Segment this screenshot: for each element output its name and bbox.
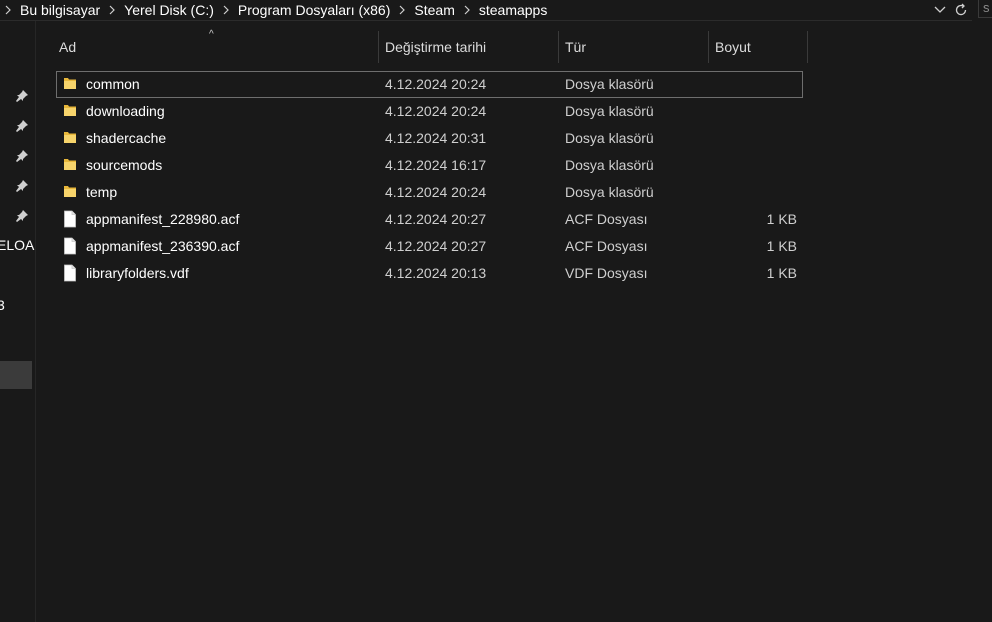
file-row[interactable]: appmanifest_236390.acf 4.12.2024 20:27 ACF… <box>56 233 803 260</box>
file-type: Dosya klasörü <box>565 76 654 92</box>
breadcrumb-item[interactable]: steamapps <box>479 2 547 18</box>
nav-item-selected[interactable] <box>0 361 32 389</box>
pin-icon[interactable] <box>15 119 29 133</box>
navigation-pane[interactable]: ELOA 3 <box>0 21 36 622</box>
chevron-right-icon[interactable] <box>399 5 406 15</box>
file-date: 4.12.2024 20:13 <box>385 265 487 281</box>
chevron-right-icon[interactable] <box>464 5 470 15</box>
file-date: 4.12.2024 20:24 <box>385 103 487 119</box>
file-icon <box>63 264 77 282</box>
folder-icon <box>63 129 77 147</box>
pin-icon[interactable] <box>15 179 29 193</box>
file-row[interactable]: temp 4.12.2024 20:24 Dosya klasörü <box>56 179 803 206</box>
file-type: Dosya klasörü <box>565 184 654 200</box>
file-type: Dosya klasörü <box>565 103 654 119</box>
file-row[interactable]: downloading 4.12.2024 20:24 Dosya klasörü <box>56 98 803 125</box>
breadcrumb-item[interactable]: Program Dosyaları (x86) <box>238 2 391 18</box>
chevron-right-icon[interactable] <box>109 5 116 15</box>
column-header-name-label: Ad <box>59 39 77 55</box>
file-type: ACF Dosyası <box>565 211 648 227</box>
chevron-right-icon[interactable] <box>5 5 11 15</box>
chevron-down-icon[interactable] <box>934 6 946 14</box>
breadcrumb-item[interactable]: Bu bilgisayar <box>20 2 100 18</box>
file-date: 4.12.2024 20:24 <box>385 184 487 200</box>
file-row[interactable]: sourcemods 4.12.2024 16:17 Dosya klasörü <box>56 152 803 179</box>
nav-item-label[interactable]: 3 <box>0 297 5 313</box>
column-header-type-label: Tür <box>565 39 586 55</box>
file-size: 1 KB <box>766 265 797 281</box>
file-date: 4.12.2024 20:27 <box>385 238 487 254</box>
file-row[interactable]: common 4.12.2024 20:24 Dosya klasörü <box>56 71 803 98</box>
file-type: VDF Dosyası <box>565 265 648 281</box>
column-header-size[interactable]: Boyut <box>708 31 808 63</box>
file-name: appmanifest_236390.acf <box>86 238 240 254</box>
address-bar[interactable]: Bu bilgisayar Yerel Disk (C:) Program Do… <box>0 0 972 21</box>
column-header-row: ^ Ad Değiştirme tarihi Tür Boyut <box>36 29 836 63</box>
file-name: downloading <box>86 103 165 119</box>
file-size: 1 KB <box>766 238 797 254</box>
file-row[interactable]: shadercache 4.12.2024 20:31 Dosya klasörü <box>56 125 803 152</box>
file-date: 4.12.2024 20:31 <box>385 130 487 146</box>
folder-icon <box>63 183 77 201</box>
search-input[interactable]: s <box>978 0 992 18</box>
file-name: shadercache <box>86 130 167 146</box>
file-name: common <box>86 76 140 92</box>
refresh-icon[interactable] <box>954 3 968 17</box>
pin-icon[interactable] <box>15 149 29 163</box>
file-name: appmanifest_228980.acf <box>86 211 240 227</box>
search-placeholder: s <box>983 0 990 15</box>
file-date: 4.12.2024 20:27 <box>385 211 487 227</box>
file-type: Dosya klasörü <box>565 130 654 146</box>
file-name: temp <box>86 184 118 200</box>
breadcrumb-item[interactable]: Steam <box>414 2 454 18</box>
file-rows: common 4.12.2024 20:24 Dosya klasörü downlo… <box>56 71 803 287</box>
breadcrumb-item[interactable]: Yerel Disk (C:) <box>124 2 214 18</box>
file-date: 4.12.2024 20:24 <box>385 76 487 92</box>
pin-icon[interactable] <box>15 209 29 223</box>
file-type: Dosya klasörü <box>565 157 654 173</box>
file-name: sourcemods <box>86 157 163 173</box>
column-header-date[interactable]: Değiştirme tarihi <box>378 31 558 63</box>
file-type: ACF Dosyası <box>565 238 648 254</box>
column-header-type[interactable]: Tür <box>558 31 708 63</box>
column-header-name[interactable]: Ad <box>52 31 378 63</box>
file-list-pane[interactable]: ^ Ad Değiştirme tarihi Tür Boyut common 4… <box>36 21 992 622</box>
column-header-date-label: Değiştirme tarihi <box>385 39 487 55</box>
column-header-size-label: Boyut <box>715 39 751 55</box>
file-icon <box>63 210 77 228</box>
pin-icon[interactable] <box>15 89 29 103</box>
file-row[interactable]: libraryfolders.vdf 4.12.2024 20:13 VDF Dos… <box>56 260 803 287</box>
column-divider[interactable] <box>807 31 808 63</box>
file-name: libraryfolders.vdf <box>86 265 189 281</box>
file-row[interactable]: appmanifest_228980.acf 4.12.2024 20:27 ACF… <box>56 206 803 233</box>
file-icon <box>63 237 77 255</box>
file-size: 1 KB <box>766 211 797 227</box>
folder-icon <box>63 75 77 93</box>
breadcrumb: Bu bilgisayar Yerel Disk (C:) Program Do… <box>0 0 556 20</box>
folder-icon <box>63 156 77 174</box>
folder-icon <box>63 102 77 120</box>
file-date: 4.12.2024 16:17 <box>385 157 487 173</box>
nav-item-label[interactable]: ELOA <box>0 237 34 253</box>
chevron-right-icon[interactable] <box>223 5 229 15</box>
